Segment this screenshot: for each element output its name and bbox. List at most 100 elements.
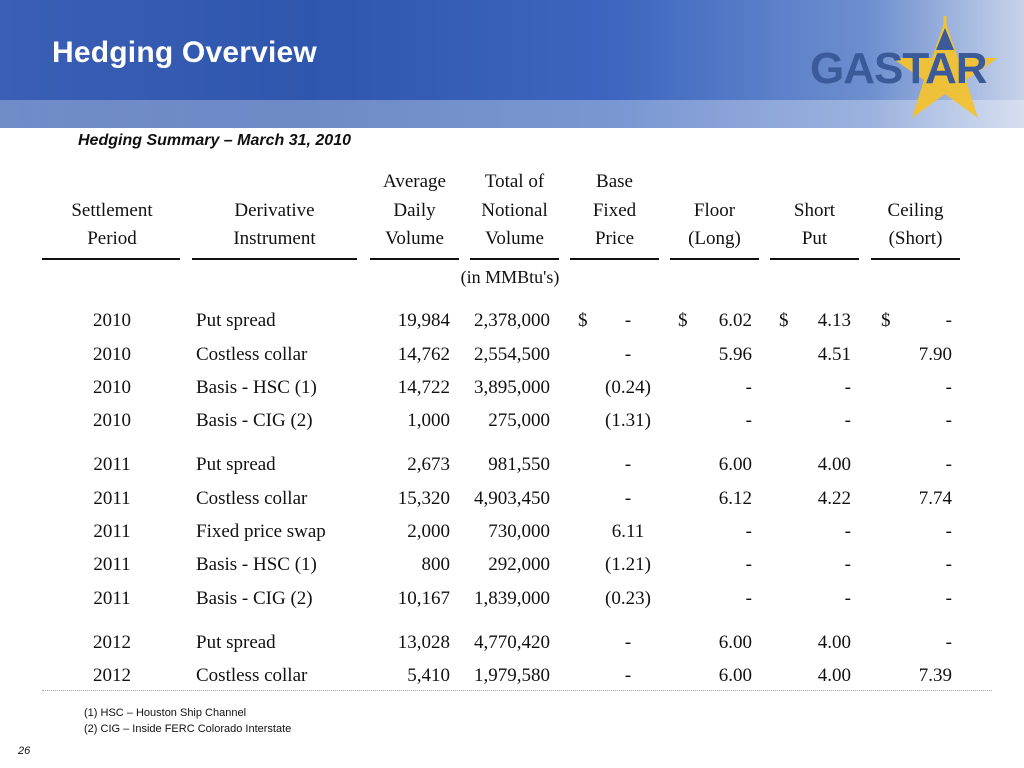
slide-header: Hedging Overview GASTAR bbox=[0, 0, 1024, 128]
cell-short: - bbox=[844, 377, 851, 398]
header-derivative-instrument: Derivative Instrument bbox=[233, 199, 316, 250]
cell-floor: 6.00 bbox=[718, 665, 752, 686]
header-ceiling-short: Ceiling (Short) bbox=[887, 199, 944, 250]
cell-period: 2011 bbox=[93, 454, 131, 475]
footnote-1: (1) HSC – Houston Ship Channel bbox=[84, 707, 247, 719]
cell-ceiling: - bbox=[945, 632, 952, 653]
cell-floor: 5.96 bbox=[718, 344, 752, 365]
cell-ceiling: - bbox=[945, 377, 952, 398]
cell-ceiling: - bbox=[945, 310, 952, 331]
cell-base: (1.21) bbox=[605, 554, 651, 575]
cell-notional: 3,895,000 bbox=[474, 377, 550, 398]
cell-short-cur: $ bbox=[779, 310, 789, 331]
table-row: 2011 Costless collar 15,320 4,903,450 - 6.12 4… bbox=[42, 488, 972, 518]
cell-base-cur: $ bbox=[578, 310, 588, 331]
cell-notional: 4,903,450 bbox=[474, 488, 550, 509]
cell-notional: 292,000 bbox=[488, 554, 550, 575]
cell-daily: 2,673 bbox=[407, 454, 450, 475]
cell-daily: 5,410 bbox=[407, 665, 450, 686]
header-underline bbox=[570, 258, 659, 260]
table-row: 2011 Fixed price swap 2,000 730,000 6.11 - - - bbox=[42, 521, 972, 551]
cell-notional: 1,839,000 bbox=[474, 588, 550, 609]
cell-daily: 14,762 bbox=[397, 344, 450, 365]
cell-daily: 800 bbox=[421, 554, 451, 575]
cell-short: - bbox=[844, 554, 851, 575]
cell-short: 4.51 bbox=[817, 344, 851, 365]
cell-floor: - bbox=[745, 554, 752, 575]
cell-notional: 981,550 bbox=[488, 454, 550, 475]
cell-period: 2011 bbox=[93, 488, 131, 509]
cell-period: 2010 bbox=[93, 377, 131, 398]
table-header: Settlement Period Derivative Instrument Av… bbox=[42, 168, 972, 287]
cell-base: - bbox=[624, 665, 632, 686]
cell-daily: 19,984 bbox=[397, 310, 450, 331]
cell-period: 2011 bbox=[93, 588, 131, 609]
cell-instrument: Basis - HSC (1) bbox=[196, 554, 317, 575]
cell-floor: - bbox=[745, 588, 752, 609]
cell-notional: 730,000 bbox=[488, 521, 550, 542]
cell-notional: 1,979,580 bbox=[474, 665, 550, 686]
cell-notional: 2,554,500 bbox=[474, 344, 550, 365]
cell-instrument: Fixed price swap bbox=[196, 521, 326, 542]
cell-daily: 1,000 bbox=[407, 410, 450, 431]
cell-floor: 6.12 bbox=[718, 488, 752, 509]
table-row: 2011 Basis - CIG (2) 10,167 1,839,000 (0.23)… bbox=[42, 588, 972, 618]
header-underline bbox=[192, 258, 357, 260]
cell-period: 2012 bbox=[93, 632, 131, 653]
cell-short: - bbox=[844, 588, 851, 609]
cell-instrument: Costless collar bbox=[196, 488, 308, 509]
gastar-logo: GASTAR bbox=[810, 10, 1010, 120]
table-row: 2010 Costless collar 14,762 2,554,500 - 5.96 4… bbox=[42, 344, 972, 374]
cell-daily: 15,320 bbox=[397, 488, 450, 509]
cell-period: 2010 bbox=[93, 410, 131, 431]
header-underline bbox=[670, 258, 759, 260]
cell-floor: 6.00 bbox=[718, 454, 752, 475]
cell-period: 2011 bbox=[93, 521, 131, 542]
cell-base: - bbox=[624, 488, 632, 509]
logo-wordmark: GASTAR bbox=[810, 44, 988, 93]
cell-instrument: Costless collar bbox=[196, 665, 308, 686]
cell-ceiling: 7.90 bbox=[918, 344, 952, 365]
header-short-put: Short Put bbox=[793, 199, 836, 250]
cell-ceiling: - bbox=[945, 588, 952, 609]
header-total-notional-volume: Total of Notional Volume bbox=[481, 171, 548, 249]
header-underline bbox=[770, 258, 859, 260]
cell-ceiling: - bbox=[945, 554, 952, 575]
cell-floor-cur: $ bbox=[678, 310, 688, 331]
header-underline bbox=[42, 258, 180, 260]
cell-base: - bbox=[624, 632, 632, 653]
cell-ceiling: - bbox=[945, 454, 952, 475]
cell-floor: - bbox=[745, 521, 752, 542]
table-row: 2010 Put spread 19,984 2,378,000 $ - $6.02 $4.1… bbox=[42, 310, 972, 340]
cell-instrument: Basis - HSC (1) bbox=[196, 377, 317, 398]
header-underline bbox=[370, 258, 459, 260]
cell-short: 4.00 bbox=[817, 632, 851, 653]
cell-floor: - bbox=[745, 377, 752, 398]
cell-instrument: Basis - CIG (2) bbox=[196, 588, 313, 609]
cell-instrument: Basis - CIG (2) bbox=[196, 410, 313, 431]
divider bbox=[42, 690, 992, 694]
cell-base: - bbox=[624, 344, 632, 365]
cell-ceiling: 7.39 bbox=[918, 665, 952, 686]
header-settlement-period: Settlement Period bbox=[71, 199, 153, 250]
cell-period: 2012 bbox=[93, 665, 131, 686]
cell-daily: 14,722 bbox=[397, 377, 450, 398]
cell-period: 2010 bbox=[93, 310, 131, 331]
slide-title: Hedging Overview bbox=[52, 36, 317, 69]
cell-instrument: Costless collar bbox=[196, 344, 308, 365]
cell-base: (1.31) bbox=[605, 410, 651, 431]
cell-short: 4.22 bbox=[817, 488, 851, 509]
header-base-fixed-price: Base Fixed Price bbox=[592, 171, 637, 249]
cell-period: 2010 bbox=[93, 344, 131, 365]
cell-short: - bbox=[844, 521, 851, 542]
cell-base: (0.24) bbox=[605, 377, 651, 398]
cell-base: (0.23) bbox=[605, 588, 651, 609]
cell-daily: 10,167 bbox=[397, 588, 450, 609]
cell-period: 2011 bbox=[93, 554, 131, 575]
table-subtitle: Hedging Summary – March 31, 2010 bbox=[78, 132, 351, 149]
table-row: 2011 Put spread 2,673 981,550 - 6.00 4.00 - bbox=[42, 454, 972, 484]
units-note: (in MMBtu's) bbox=[460, 267, 560, 287]
cell-short: 4.13 bbox=[817, 310, 851, 331]
cell-daily: 13,028 bbox=[397, 632, 450, 653]
cell-instrument: Put spread bbox=[196, 310, 276, 331]
